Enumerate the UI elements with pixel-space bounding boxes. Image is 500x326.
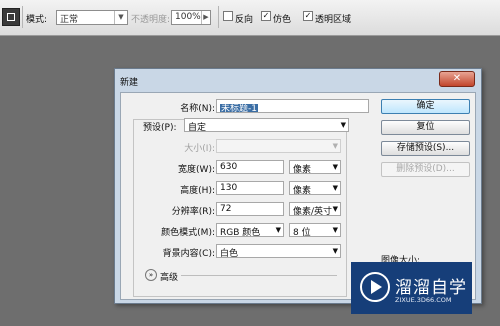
chevron-down-icon: ▼ <box>332 226 338 234</box>
play-logo-icon <box>360 272 390 302</box>
height-input[interactable]: 130 <box>216 181 284 195</box>
height-label: 高度(H): <box>180 186 215 196</box>
size-select: ▼ <box>216 139 341 153</box>
reset-button[interactable]: 复位 <box>381 120 470 135</box>
preset-label: 预设(P): <box>143 123 177 133</box>
resolution-label: 分辨率(R): <box>171 207 215 217</box>
color-mode-select[interactable]: RGB 颜色 ▼ <box>216 223 284 237</box>
background-value: 白色 <box>220 249 239 258</box>
watermark-url: ZIXUE.3D66.COM <box>395 296 452 304</box>
background-select[interactable]: 白色 ▼ <box>216 244 341 258</box>
resolution-unit-select[interactable]: 像素/英寸 ▼ <box>289 202 341 216</box>
bit-depth-value: 8 位 <box>293 228 311 237</box>
size-label: 大小(I): <box>184 144 215 154</box>
height-value: 130 <box>220 183 238 193</box>
chevron-down-icon: ▼ <box>332 247 338 255</box>
reverse-checkbox[interactable] <box>223 11 233 21</box>
ok-button[interactable]: 确定 <box>381 99 470 114</box>
opacity-label: 不透明度: <box>131 15 171 25</box>
mode-value: 正常 <box>60 15 79 25</box>
dither-label: 仿色 <box>273 15 292 25</box>
height-unit-select[interactable]: 像素 ▼ <box>289 181 341 195</box>
name-value: 未标题-1 <box>220 104 258 113</box>
width-unit: 像素 <box>293 165 312 174</box>
separator <box>22 6 23 28</box>
mode-label: 模式: <box>26 15 48 25</box>
color-mode-label: 颜色模式(M): <box>161 228 215 238</box>
dither-checkbox[interactable]: ✓ <box>261 11 271 21</box>
width-value: 630 <box>220 162 238 172</box>
delete-preset-button: 删除预设(D)... <box>381 162 470 177</box>
background-label: 背景内容(C): <box>162 249 215 259</box>
opacity-input[interactable]: 100% ▶ <box>171 10 211 25</box>
width-unit-select[interactable]: 像素 ▼ <box>289 160 341 174</box>
resolution-unit: 像素/英寸 <box>293 207 333 216</box>
transparency-checkbox[interactable]: ✓ <box>303 11 313 21</box>
chevron-down-icon: ▼ <box>332 205 338 213</box>
bit-depth-select[interactable]: 8 位 ▼ <box>289 223 341 237</box>
height-unit: 像素 <box>293 186 312 195</box>
transparency-label: 透明区域 <box>315 15 352 25</box>
preset-select[interactable]: 自定 ▼ <box>184 118 349 132</box>
mode-select[interactable]: 正常 ▼ <box>56 10 128 25</box>
chevron-down-icon: ▼ <box>114 11 127 24</box>
chevron-down-icon: ▼ <box>332 163 338 171</box>
chevron-down-icon: ▼ <box>340 121 346 129</box>
resolution-value: 72 <box>220 204 232 214</box>
reverse-label: 反向 <box>235 15 254 25</box>
width-input[interactable]: 630 <box>216 160 284 174</box>
resolution-input[interactable]: 72 <box>216 202 284 216</box>
advanced-label[interactable]: 高级 <box>160 270 178 283</box>
width-label: 宽度(W): <box>178 165 215 175</box>
chevron-down-icon: ▼ <box>332 184 338 192</box>
expand-advanced-icon[interactable]: » <box>145 269 157 281</box>
name-input[interactable]: 未标题-1 <box>216 99 369 113</box>
save-preset-button[interactable]: 存储预设(S)... <box>381 141 470 156</box>
chevron-right-icon: ▶ <box>201 11 210 24</box>
preset-value: 自定 <box>188 123 207 132</box>
color-mode-value: RGB 颜色 <box>220 228 261 237</box>
name-label: 名称(N): <box>180 104 215 114</box>
chevron-down-icon: ▼ <box>275 226 281 234</box>
separator <box>218 6 219 28</box>
dialog-title: 新建 <box>120 78 139 88</box>
opacity-value: 100% <box>175 12 201 22</box>
close-button[interactable]: ✕ <box>439 71 475 87</box>
watermark-title: 溜溜自学 <box>395 278 467 298</box>
options-bar: 模式: 正常 ▼ 不透明度: 100% ▶ 反向 ✓ 仿色 ✓ 透明区域 <box>0 0 500 36</box>
watermark: 溜溜自学 ZIXUE.3D66.COM <box>351 262 472 314</box>
chevron-down-icon: ▼ <box>332 142 338 150</box>
advanced-divider <box>181 275 337 276</box>
gradient-tool-icon[interactable] <box>2 8 20 26</box>
dialog-titlebar[interactable]: 新建 ✕ <box>115 69 481 91</box>
